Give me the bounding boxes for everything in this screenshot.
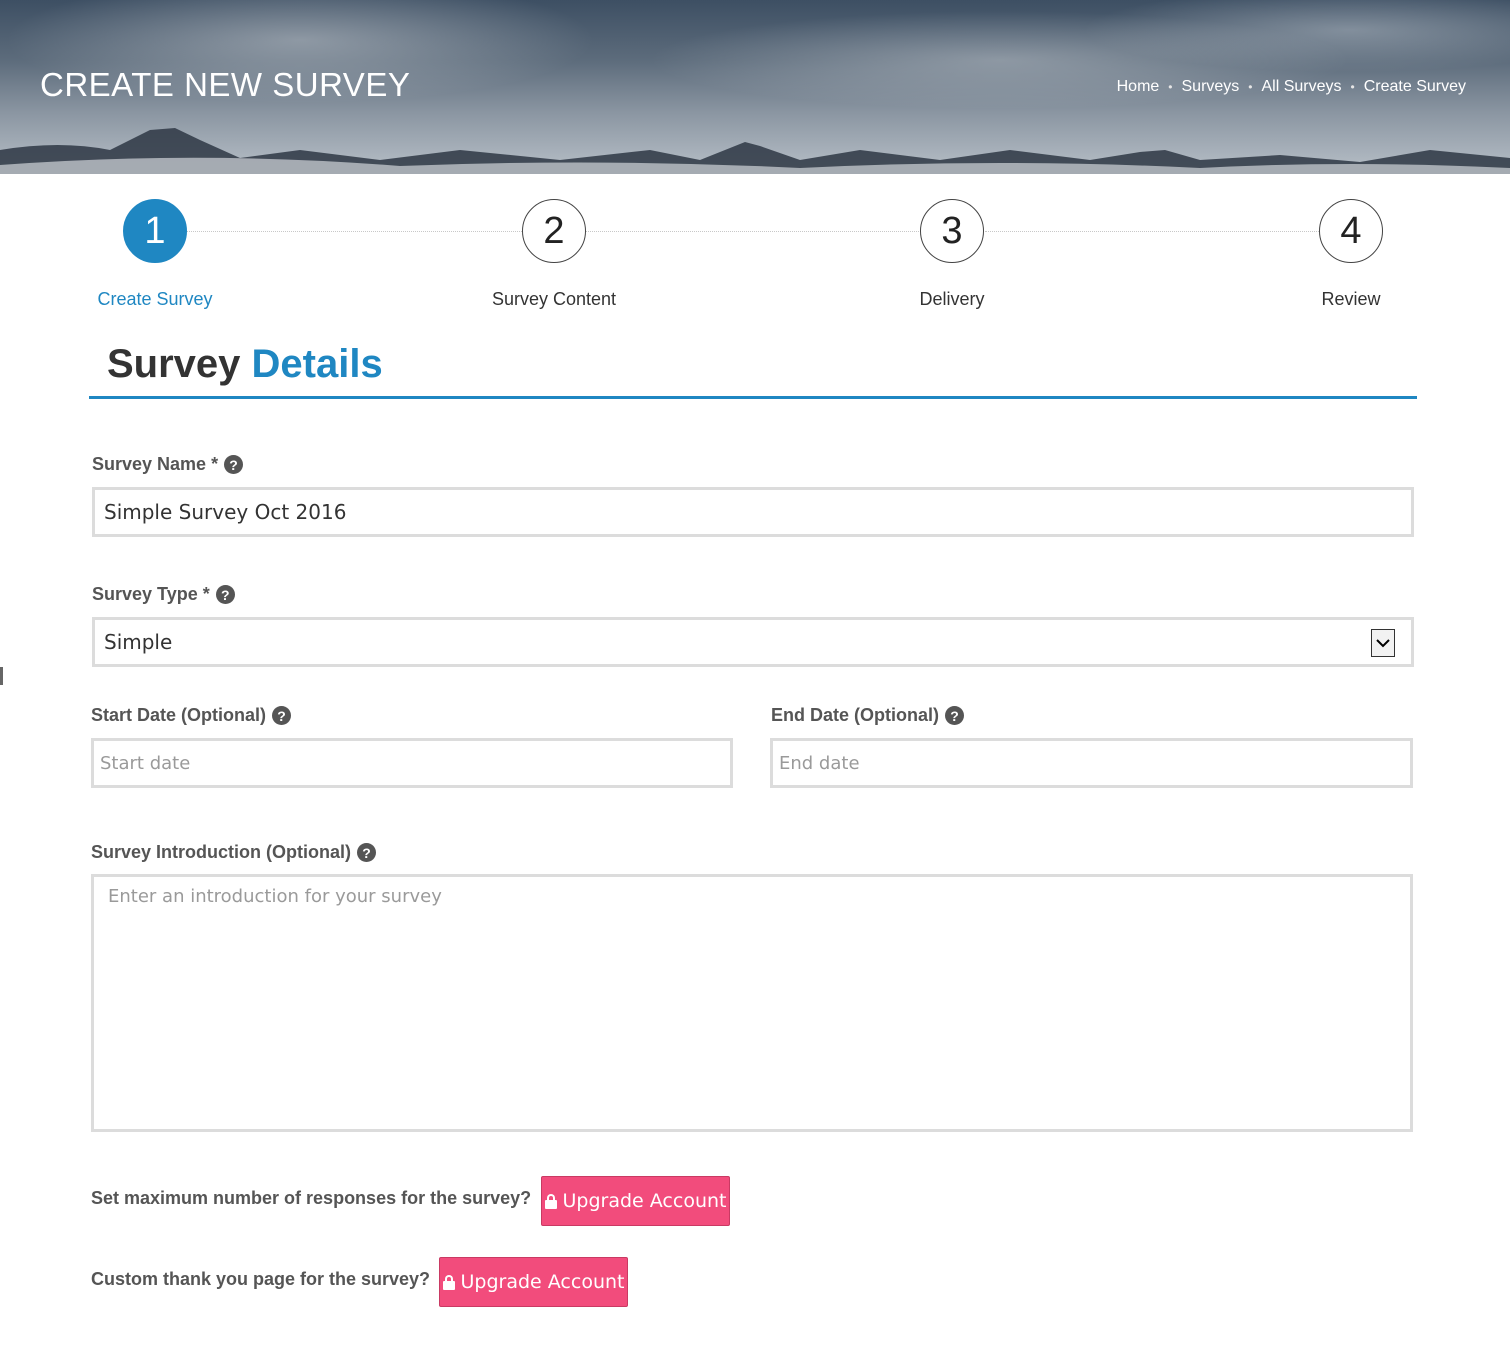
survey-name-label: Survey Name * ? <box>92 454 244 475</box>
chevron-down-icon[interactable] <box>1371 629 1395 657</box>
upgrade-account-button[interactable]: Upgrade Account <box>541 1176 730 1226</box>
end-date-placeholder: End date <box>779 752 860 774</box>
lock-icon <box>442 1274 455 1290</box>
survey-type-label: Survey Type * ? <box>92 584 235 605</box>
question-circle-icon[interactable]: ? <box>215 585 235 604</box>
breadcrumb-separator: • <box>1350 80 1355 94</box>
survey-type-select[interactable]: Simple <box>92 617 1414 667</box>
step-connector <box>586 231 921 232</box>
step-2-label[interactable]: Survey Content <box>454 289 654 310</box>
start-date-input[interactable]: Start date <box>91 738 733 788</box>
question-circle-icon[interactable]: ? <box>945 706 964 725</box>
end-date-input[interactable]: End date <box>770 738 1413 788</box>
breadcrumb-current: Create Survey <box>1363 78 1466 95</box>
upgrade-account-button[interactable]: Upgrade Account <box>439 1257 628 1307</box>
survey-name-input[interactable]: Simple Survey Oct 2016 <box>92 487 1414 537</box>
edge-marker <box>0 667 3 685</box>
survey-name-value: Simple Survey Oct 2016 <box>104 500 347 524</box>
question-circle-icon[interactable]: ? <box>357 843 376 862</box>
step-3-circle[interactable]: 3 <box>920 199 984 263</box>
section-divider <box>89 396 1417 399</box>
question-circle-icon[interactable]: ? <box>272 706 292 725</box>
step-1-label[interactable]: Create Survey <box>55 289 255 310</box>
survey-name-label-text: Survey Name * <box>92 454 219 474</box>
section-title: Survey Details <box>107 342 383 387</box>
step-3-label[interactable]: Delivery <box>852 289 1052 310</box>
breadcrumb-separator: • <box>1248 80 1253 94</box>
upgrade-button-label: Upgrade Account <box>460 1271 625 1293</box>
breadcrumb-home[interactable]: Home <box>1117 78 1160 96</box>
question-circle-icon[interactable]: ? <box>224 455 244 474</box>
end-date-label-text: End Date (Optional) <box>771 705 939 725</box>
start-date-label: Start Date (Optional) ? <box>91 705 292 726</box>
step-connector <box>187 231 522 232</box>
introduction-label: Survey Introduction (Optional) ? <box>91 842 376 863</box>
introduction-textarea[interactable]: Enter an introduction for your survey <box>91 874 1413 1132</box>
end-date-label: End Date (Optional) ? <box>771 705 964 726</box>
section-title-main: Survey <box>107 342 241 386</box>
start-date-placeholder: Start date <box>100 752 191 774</box>
max-responses-label: Set maximum number of responses for the … <box>91 1188 531 1209</box>
chevron-down-glyph <box>1376 639 1390 648</box>
thank-you-label-text: Custom thank you page for the survey? <box>91 1269 431 1289</box>
start-date-label-text: Start Date (Optional) <box>91 705 267 725</box>
max-responses-label-text: Set maximum number of responses for the … <box>91 1188 532 1208</box>
step-connector <box>985 231 1319 232</box>
upgrade-button-label: Upgrade Account <box>562 1190 727 1212</box>
breadcrumb-separator: • <box>1168 80 1173 94</box>
breadcrumb: Home • Surveys • All Surveys • Create Su… <box>1117 78 1466 96</box>
step-4-label[interactable]: Review <box>1251 289 1451 310</box>
breadcrumb-surveys[interactable]: Surveys <box>1182 78 1240 96</box>
header-banner: CREATE NEW SURVEY Home • Surveys • All S… <box>0 0 1510 174</box>
survey-type-value: Simple <box>104 630 173 654</box>
wizard-stepper: 1 2 3 4 Create Survey Survey Content Del… <box>0 174 1510 324</box>
step-1-circle[interactable]: 1 <box>123 199 187 263</box>
page-title: CREATE NEW SURVEY <box>40 66 411 103</box>
introduction-label-text: Survey Introduction (Optional) <box>91 842 351 862</box>
step-4-circle[interactable]: 4 <box>1319 199 1383 263</box>
thank-you-label: Custom thank you page for the survey? <box>91 1269 430 1290</box>
survey-type-label-text: Survey Type * <box>92 584 210 604</box>
breadcrumb-all-surveys[interactable]: All Surveys <box>1262 78 1342 96</box>
lock-icon <box>544 1193 557 1209</box>
introduction-placeholder: Enter an introduction for your survey <box>108 886 442 907</box>
section-title-accent: Details <box>251 342 383 386</box>
step-2-circle[interactable]: 2 <box>522 199 586 263</box>
